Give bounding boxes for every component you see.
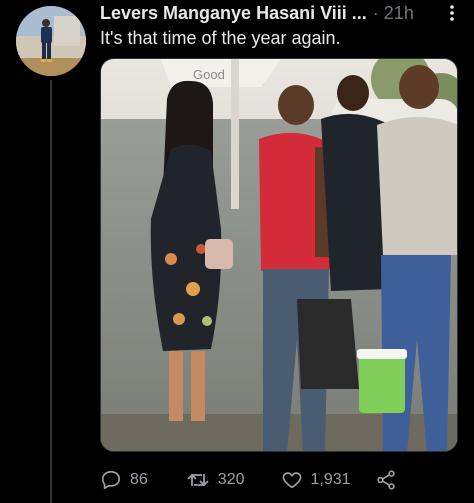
tweet-actions: 86 320 1,931 (100, 466, 466, 494)
sign-text: Good (193, 67, 225, 82)
avatar-image (16, 6, 86, 76)
like-count: 1,931 (310, 471, 351, 488)
thread-line (50, 80, 52, 503)
avatar[interactable] (16, 6, 86, 76)
tweet[interactable]: Levers Manganye Hasani Viii ... · 21h It… (0, 0, 474, 503)
author-name[interactable]: Levers Manganye Hasani Viii ... (100, 3, 367, 24)
reply-icon (101, 470, 121, 490)
tweet-photo[interactable]: Good (100, 58, 458, 452)
retweet-icon (187, 473, 209, 487)
reply-button[interactable]: 86 (100, 466, 148, 494)
heart-icon (282, 472, 301, 489)
share-icon (376, 470, 395, 490)
photo-scene: Good (101, 59, 457, 451)
header-separator: · (372, 2, 379, 23)
tweet-header: Levers Manganye Hasani Viii ... · 21h (100, 1, 466, 25)
tweet-text: It's that time of the year again. (100, 28, 341, 48)
retweet-count: 320 (217, 471, 245, 488)
reply-count: 86 (130, 471, 148, 488)
more-vertical-icon[interactable] (444, 4, 460, 22)
timestamp[interactable]: 21h (384, 3, 414, 24)
share-button[interactable] (375, 466, 397, 494)
like-button[interactable]: 1,931 (281, 466, 351, 494)
retweet-button[interactable]: 320 (186, 466, 245, 494)
